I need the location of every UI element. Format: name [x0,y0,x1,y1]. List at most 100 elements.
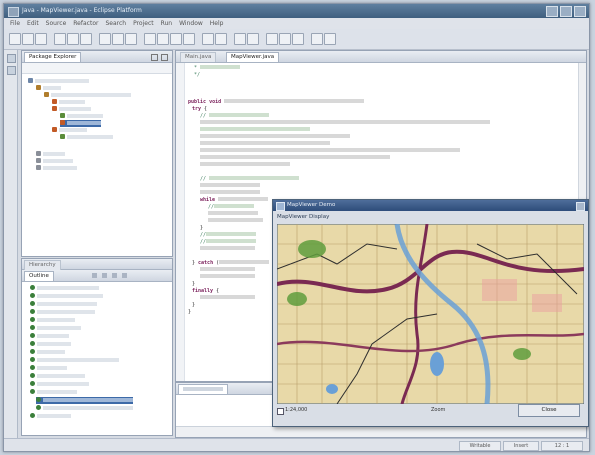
tab-package-explorer[interactable]: Package Explorer [24,52,82,62]
list-item[interactable] [30,357,119,364]
tab-hierarchy[interactable]: Hierarchy [24,260,61,270]
map-park [298,240,326,258]
tree-row[interactable] [36,158,73,165]
list-item[interactable] [30,381,89,388]
external-tools-icon[interactable] [80,33,92,45]
map-park [513,348,531,360]
new-icon[interactable] [9,33,21,45]
debug-icon[interactable] [54,33,66,45]
menu-bar: File Edit Source Refactor Search Project… [4,18,589,29]
map-close-action-button[interactable]: Close [518,404,580,417]
minimize-view-icon[interactable] [151,54,158,61]
package-explorer: Package Explorer [21,50,173,257]
map-lake [430,352,444,376]
organize-imports-icon[interactable] [247,33,259,45]
app-icon [8,7,19,17]
list-item[interactable] [30,349,65,356]
sort-icon[interactable] [92,273,97,278]
menu-help[interactable]: Help [210,20,224,27]
prev-annotation-icon[interactable] [157,33,169,45]
tree-row[interactable] [36,165,77,172]
list-item[interactable] [30,285,99,292]
tab-mapviewer-java[interactable]: MapViewer.java [226,52,280,62]
run-icon[interactable] [67,33,79,45]
outline-view: Hierarchy Outline [21,258,173,436]
debug-view-icon[interactable] [7,66,16,75]
menu-source[interactable]: Source [46,20,67,27]
tab-outline[interactable]: Outline [24,271,54,281]
menu-refactor[interactable]: Refactor [73,20,98,27]
list-item[interactable] [30,301,97,308]
close-button[interactable] [574,6,586,17]
list-item[interactable] [36,405,133,412]
editor-ruler [176,63,185,381]
window-title: Java - MapViewer.java - Eclipse Platform [22,7,142,14]
menu-window[interactable]: Window [179,20,203,27]
tab-console[interactable] [178,384,228,394]
menu-project[interactable]: Project [133,20,154,27]
maximize-view-icon[interactable] [161,54,168,61]
tab-main-java[interactable]: Main.java [180,52,217,62]
tree-row[interactable] [52,127,87,134]
map-status-text: 1:24,000 [285,407,308,413]
save-icon[interactable] [22,33,34,45]
format-icon[interactable] [234,33,246,45]
last-edit-icon[interactable] [215,33,227,45]
list-item[interactable] [30,325,81,332]
list-item[interactable] [30,333,69,340]
menu-file[interactable]: File [10,20,20,27]
class-icon [52,99,57,104]
console-footer [176,426,586,437]
tree-row[interactable] [52,106,91,113]
list-item[interactable] [30,293,103,300]
list-item[interactable] [30,389,77,396]
minimize-button[interactable] [546,6,558,17]
list-item[interactable] [30,413,71,420]
menu-search[interactable]: Search [105,20,126,27]
tree-row[interactable] [60,134,113,141]
hide-static-icon[interactable] [112,273,117,278]
list-item[interactable] [30,341,71,348]
next-annotation-icon[interactable] [144,33,156,45]
java-view-icon[interactable] [7,54,16,63]
method-icon [60,113,65,118]
toggle-mark-icon[interactable] [202,33,214,45]
open-perspective-icon[interactable] [311,33,323,45]
tree-row[interactable] [44,92,131,99]
hide-nonpublic-icon[interactable] [122,273,127,278]
map-lake [326,384,338,394]
menu-run[interactable]: Run [161,20,173,27]
status-bar: Writable Insert 12 : 1 [4,438,589,451]
perspective-strip [4,50,18,438]
file-icon [36,165,41,170]
status-cursor-position: 12 : 1 [541,441,583,451]
tree-row[interactable] [60,113,103,120]
project-icon [28,78,33,83]
java-perspective-icon[interactable] [324,33,336,45]
open-type-icon[interactable] [112,33,124,45]
settings-icon[interactable] [279,33,291,45]
print-icon[interactable] [35,33,47,45]
tree-row-selected[interactable] [60,120,101,127]
list-item[interactable] [30,365,67,372]
list-item[interactable] [30,317,75,324]
back-icon[interactable] [170,33,182,45]
new-class-icon[interactable] [99,33,111,45]
map-option-checkbox[interactable] [277,408,284,415]
list-item[interactable] [30,373,85,380]
map-close-button[interactable] [576,202,585,211]
forward-icon[interactable] [183,33,195,45]
list-item[interactable] [30,309,95,316]
tree-row[interactable] [52,99,85,106]
tree-row[interactable] [28,78,89,85]
hide-fields-icon[interactable] [102,273,107,278]
tree-row[interactable] [36,85,61,92]
map-canvas[interactable] [277,224,584,404]
list-item-selected[interactable] [36,397,133,404]
refresh-icon[interactable] [266,33,278,45]
help-icon[interactable] [292,33,304,45]
search-icon[interactable] [125,33,137,45]
menu-edit[interactable]: Edit [27,20,39,27]
maximize-button[interactable] [560,6,572,17]
tree-row[interactable] [36,151,65,158]
